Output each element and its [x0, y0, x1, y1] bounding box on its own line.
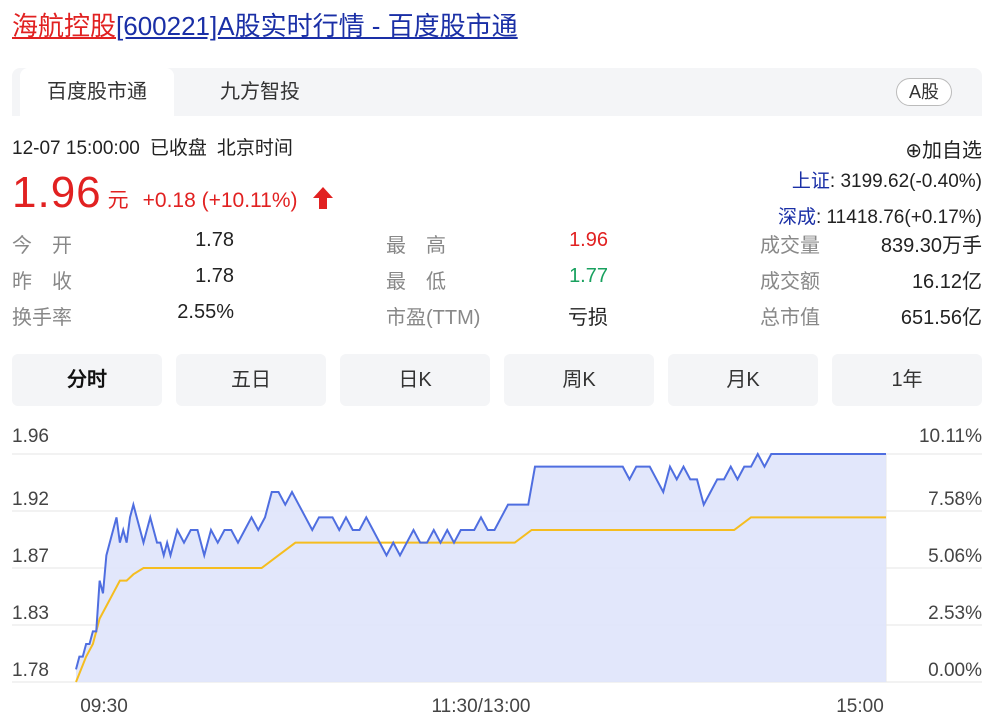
index-value: : 3199.62(-0.40%): [829, 171, 982, 192]
y-left-tick-label: 1.83: [12, 603, 49, 624]
y-right-tick-label: 10.11%: [919, 426, 982, 447]
y-left-tick-label: 1.78: [12, 660, 49, 681]
index-shanghai[interactable]: 上证: 3199.62(-0.40%): [792, 166, 982, 193]
stat-prev-close-label: 昨 收: [12, 271, 72, 293]
intraday-chart[interactable]: 1.96 10.11% 1.92 7.58% 1.87 5.06% 1.83 2.53% 1.7…: [0, 416, 1000, 716]
stat-low-label: 最 低: [386, 271, 446, 293]
period-weekly-k[interactable]: 周K: [504, 354, 654, 406]
arrow-up-icon: [312, 186, 334, 215]
page-title-link[interactable]: [600221]A股实时行情 - 百度股市通: [116, 11, 518, 41]
period-one-year[interactable]: 1年: [832, 354, 982, 406]
stat-prev-close-value: 1.78: [195, 265, 234, 287]
stat-high-value: 1.96: [569, 229, 608, 251]
current-price: 1.96: [12, 168, 102, 217]
source-tabbar: 百度股市通 九方智投 A股: [12, 68, 982, 116]
stat-market-cap-value: 651.56亿: [900, 307, 982, 329]
stat-pe-label: 市盈(TTM): [386, 307, 481, 329]
market-state: 已收盘: [149, 138, 207, 159]
y-left-tick-label: 1.96: [12, 426, 49, 447]
x-tick-label: 09:30: [80, 696, 128, 716]
stat-volume-value: 839.30万手: [880, 235, 982, 257]
stat-open-label: 今 开: [12, 235, 72, 257]
page-title: 海航控股[600221]A股实时行情 - 百度股市通: [12, 6, 518, 46]
stat-turnover-value: 2.55%: [177, 301, 234, 323]
tab-jiufang-zhitou[interactable]: 九方智投: [190, 68, 330, 116]
stat-market-cap-label: 总市值: [760, 307, 820, 329]
y-right-tick-label: 7.58%: [928, 489, 982, 510]
stock-name-link[interactable]: 海航控股: [12, 11, 116, 41]
stat-low-value: 1.77: [569, 265, 608, 287]
trade-status: 12-07 15:00:00 已收盘 北京时间: [12, 133, 303, 160]
add-watchlist-button[interactable]: ⊕加自选: [905, 134, 982, 163]
stat-amount-value: 16.12亿: [911, 271, 982, 293]
price-unit: 元: [107, 189, 129, 212]
chart-period-selector: 分时 五日 日K 周K 月K 1年: [12, 354, 982, 406]
stat-volume-label: 成交量: [760, 235, 820, 257]
index-label: 上证: [791, 171, 830, 192]
timezone-label: 北京时间: [216, 138, 293, 159]
price-row: 1.96 元 +0.18 (+10.11%): [12, 168, 334, 218]
stat-pe-value: 亏损: [568, 307, 608, 329]
y-right-tick-label: 2.53%: [928, 603, 982, 624]
stat-open-value: 1.78: [195, 229, 234, 251]
market-badge[interactable]: A股: [895, 78, 952, 106]
price-change: +0.18 (+10.11%): [142, 189, 298, 212]
stat-turnover-label: 换手率: [12, 307, 72, 329]
period-monthly-k[interactable]: 月K: [668, 354, 818, 406]
x-tick-label: 15:00: [836, 696, 884, 716]
y-left-tick-label: 1.87: [12, 546, 49, 567]
index-label: 深成: [777, 207, 816, 228]
y-left-tick-label: 1.92: [12, 489, 49, 510]
y-right-tick-label: 5.06%: [928, 546, 982, 567]
stat-high-label: 最 高: [386, 235, 446, 257]
index-value: : 11418.76(+0.17%): [815, 207, 982, 228]
period-intraday[interactable]: 分时: [12, 354, 162, 406]
y-right-tick-label: 0.00%: [928, 660, 982, 681]
quote-datetime: 12-07 15:00:00: [12, 138, 140, 159]
tab-baidu-gushitong[interactable]: 百度股市通: [20, 68, 174, 116]
period-five-day[interactable]: 五日: [176, 354, 326, 406]
x-tick-label: 11:30/13:00: [432, 696, 531, 716]
period-daily-k[interactable]: 日K: [340, 354, 490, 406]
stat-amount-label: 成交额: [760, 271, 820, 293]
index-shenzhen[interactable]: 深成: 11418.76(+0.17%): [778, 202, 982, 229]
